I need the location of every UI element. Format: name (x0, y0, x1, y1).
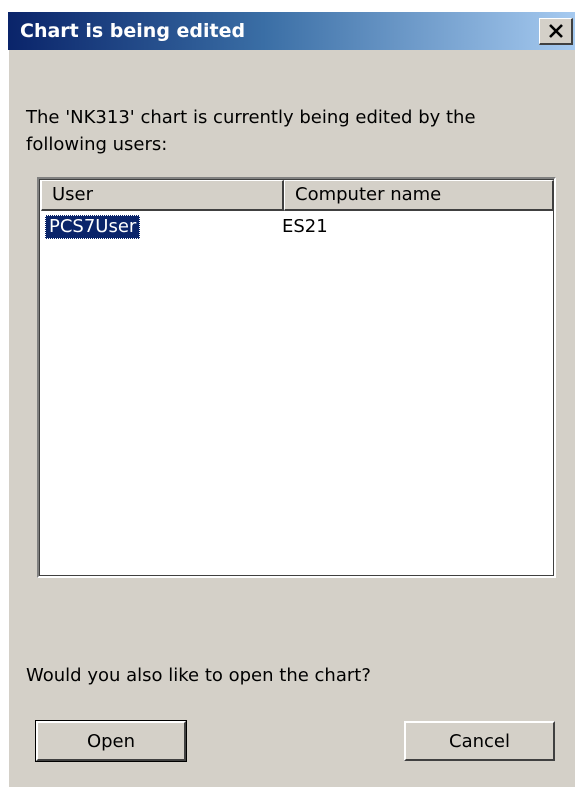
title-bar[interactable]: Chart is being edited (8, 12, 575, 50)
list-header: User Computer name (41, 180, 554, 211)
window: Chart is being edited The 'NK313' chart … (0, 0, 575, 787)
dialog-title: Chart is being edited (20, 20, 246, 42)
column-header-user[interactable]: User (41, 180, 284, 211)
computer-name-cell: ES21 (282, 216, 328, 237)
close-icon (548, 24, 564, 38)
column-header-computer-name[interactable]: Computer name (284, 180, 554, 211)
users-list[interactable]: User Computer name PCS7User ES21 (37, 177, 556, 578)
cancel-button[interactable]: Cancel (404, 721, 555, 761)
open-button[interactable]: Open (35, 720, 187, 762)
open-question: Would you also like to open the chart? (26, 665, 371, 686)
close-button[interactable] (539, 18, 573, 45)
dialog-message: The 'NK313' chart is currently being edi… (26, 107, 476, 155)
list-row[interactable]: PCS7User ES21 (41, 215, 554, 241)
user-cell[interactable]: PCS7User (45, 215, 141, 239)
